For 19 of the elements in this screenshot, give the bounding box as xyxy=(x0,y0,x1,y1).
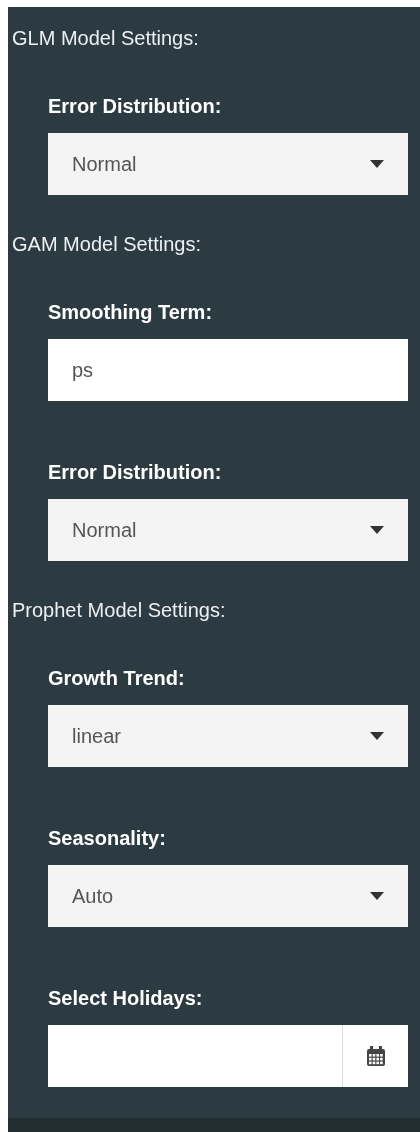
dropdown[interactable]: Auto xyxy=(48,865,408,927)
field-label: Select Holidays: xyxy=(48,986,203,1011)
field-label: Error Distribution: xyxy=(48,460,222,485)
field-label: Error Distribution: xyxy=(48,94,222,119)
dropdown[interactable]: linear xyxy=(48,705,408,767)
caret-icon xyxy=(370,732,384,740)
caret-icon xyxy=(370,892,384,900)
calendar-icon xyxy=(366,1046,385,1066)
dropdown[interactable]: Normal xyxy=(48,499,408,561)
caret-icon xyxy=(370,160,384,168)
dropdown[interactable]: Normal xyxy=(48,133,408,195)
caret-icon xyxy=(370,526,384,534)
field-label: Growth Trend: xyxy=(48,666,185,691)
input-field[interactable]: ps xyxy=(48,339,408,401)
field-label: Seasonality: xyxy=(48,826,166,851)
section-heading: GAM Model Settings: xyxy=(12,232,201,257)
section-heading: GLM Model Settings: xyxy=(12,26,199,51)
section-heading: Prophet Model Settings: xyxy=(12,598,226,623)
field-label: Smoothing Term: xyxy=(48,300,213,325)
